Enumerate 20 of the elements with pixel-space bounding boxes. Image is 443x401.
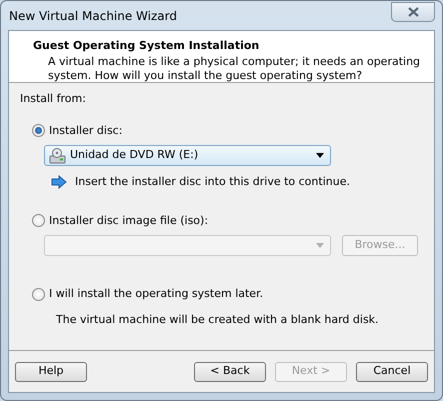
dropdown[interactable]: Unidad de DVD RW (E:) [44, 145, 331, 166]
page-description: A virtual machine is like a physical computer; it needs an operating system. How will you install the guest operating system? [47, 54, 422, 82]
note-text: The virtual machine will be created with a blank hard disk. [56, 312, 379, 328]
dialog-button[interactable]: Cancel [356, 362, 428, 382]
close-icon [408, 6, 418, 16]
dialog-button[interactable]: Help [15, 362, 87, 382]
dialog-button[interactable]: < Back [194, 362, 266, 382]
radio-button[interactable]: Installer disc: [32, 122, 122, 139]
arrow-icon [51, 175, 67, 190]
window-title: New Virtual Machine Wizard [8, 8, 177, 24]
radio-button[interactable]: I will install the operating system later. [32, 286, 264, 302]
drive-icon [49, 148, 66, 164]
section-label: Install from: [20, 91, 86, 107]
caret-icon [316, 243, 324, 248]
page-title: Guest Operating System Installation [33, 38, 260, 54]
dropdown-value: Unidad de DVD RW (E:) [70, 147, 200, 164]
close-button[interactable] [391, 2, 435, 22]
hint-text: Insert the installer disc into this drive to continue. [75, 174, 350, 190]
caret-icon [316, 153, 324, 158]
radio-button[interactable]: Installer disc image file (iso): [32, 212, 208, 229]
